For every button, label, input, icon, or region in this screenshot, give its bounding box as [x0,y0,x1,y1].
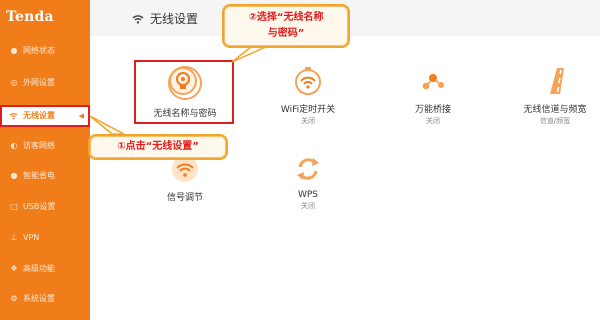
tile-status: 信道/频宽 [539,117,571,125]
tile-universal-bridge[interactable]: 万能桥接 关闭 [378,66,488,126]
callout-step-1-text: ①点击“无线设置” [117,141,199,152]
usb-icon: □ [10,202,18,211]
road-icon [540,66,570,96]
globe-icon: ◎ [10,78,18,87]
sidebar-item-label: 高级功能 [23,264,55,273]
sidebar-item-usb-settings[interactable]: □ USB设置 [0,196,90,218]
tile-label: WiFi定时开关 [280,105,336,115]
tenda-logo: Tenda [6,9,54,25]
tile-status: 关闭 [426,117,440,125]
user-icon: ● [10,46,18,55]
wifi-icon [9,112,19,120]
sidebar-item-guest-network[interactable]: ◐ 访客网络 [0,135,90,157]
tile-label: 无线信道与频宽 [523,105,587,115]
sidebar-item-wan-settings[interactable]: ◎ 外网设置 [0,72,90,94]
sidebar-item-label: 智能省电 [23,171,55,180]
tile-label: 万能桥接 [414,105,451,115]
sidebar-item-advanced[interactable]: ❖ 高级功能 [0,258,90,280]
tile-label: 信号调节 [166,193,203,203]
sidebar-item-label: 网络状态 [23,46,55,55]
wps-icon [293,154,323,184]
sidebar-item-vpn[interactable]: ⊥ VPN [0,227,90,249]
callout-step-2-line-1: ②选择“无线名称 [248,12,324,23]
sidebar-item-system-settings[interactable]: ⚙ 系统设置 [0,288,90,310]
page-title: 无线设置 [132,10,198,27]
callout-step-2: ②选择“无线名称 与密码” [222,4,350,48]
sidebar-item-wireless-settings[interactable]: 无线设置 ◀ [0,105,90,127]
wifi-timer-icon [293,66,323,96]
tile-wps[interactable]: WPS 关闭 [253,154,363,211]
tools-icon: ❖ [10,264,18,273]
wifi-icon [132,14,144,24]
sidebar-item-label: VPN [23,233,40,242]
tile-wifi-timer[interactable]: WiFi定时开关 关闭 [253,66,363,126]
highlight-box [134,60,234,124]
tile-status: 关闭 [301,117,315,125]
bulb-icon: ● [10,171,18,180]
sidebar-item-network-status[interactable]: ● 网络状态 [0,40,90,62]
callout-step-1: ①点击“无线设置” [88,134,228,160]
sidebar-item-label: USB设置 [23,202,56,211]
bridge-icon [418,66,448,96]
tile-channel-bandwidth[interactable]: 无线信道与频宽 信道/频宽 [500,66,600,126]
callout-step-2-line-2: 与密码” [267,28,305,39]
sidebar: Tenda ● 网络状态 ◎ 外网设置 无线设置 ◀ ◐ 访客网络 ● 智能省电… [0,0,90,320]
tile-signal-adjust[interactable]: 信号调节 [130,154,240,204]
caret-left-icon: ◀ [78,112,84,120]
sidebar-item-label: 外网设置 [23,78,55,87]
vpn-icon: ⊥ [10,233,18,242]
gear-icon: ⚙ [10,294,18,303]
guest-icon: ◐ [10,141,18,150]
sidebar-item-power-saving[interactable]: ● 智能省电 [0,165,90,187]
sidebar-item-label: 系统设置 [23,294,55,303]
tile-status: 关闭 [301,202,315,210]
sidebar-item-label: 无线设置 [23,111,55,120]
tile-label: WPS [297,190,319,200]
sidebar-item-label: 访客网络 [23,141,55,150]
page-title-text: 无线设置 [150,12,199,26]
